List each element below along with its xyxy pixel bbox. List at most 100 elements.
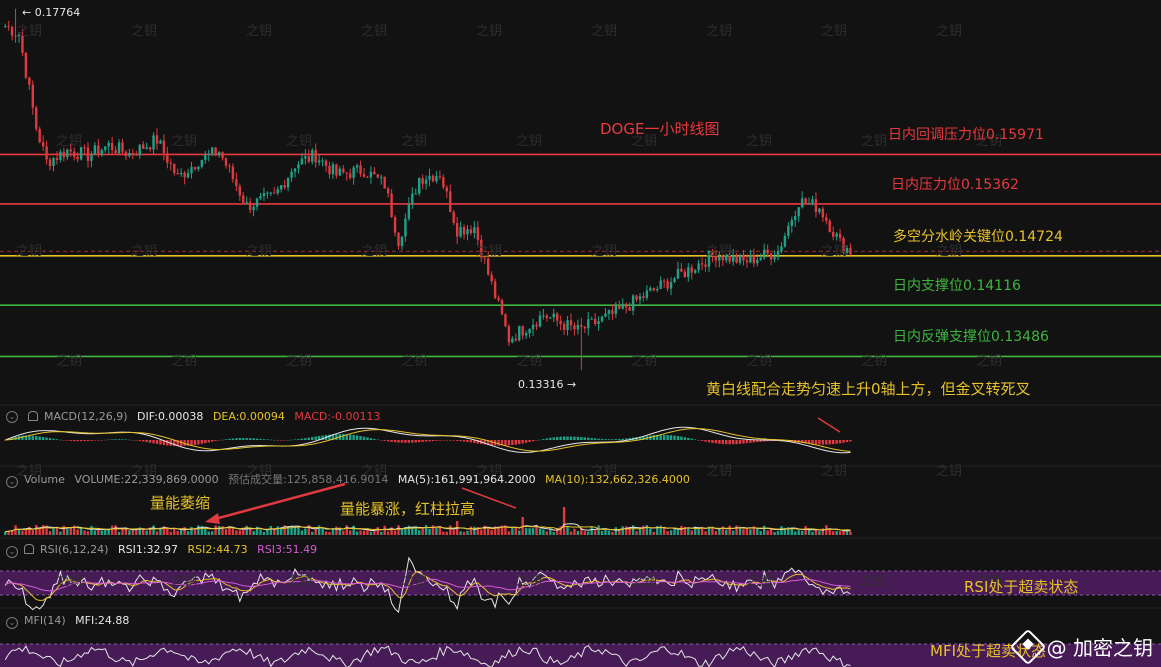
candle-body: [131, 152, 135, 155]
candle-body: [745, 260, 749, 263]
candle-body: [631, 295, 635, 311]
candle-body: [110, 143, 114, 151]
mfi-header: ⌄ MFI(14) MFI:24.88: [0, 614, 1161, 630]
macd-histogram-bar: [832, 440, 835, 445]
volume-bar: [266, 530, 269, 535]
candle-body: [135, 154, 138, 156]
candle-body: [166, 153, 169, 163]
volume-bar: [304, 528, 307, 535]
volume-bar: [849, 531, 852, 535]
macd-histogram-bar: [83, 440, 86, 442]
volume-bar: [835, 530, 838, 535]
macd-histogram-bar: [418, 440, 421, 443]
rsi-header: ⌄ RSI(6,12,24) RSI1:32.97 RSI2:44.73 RSI3…: [0, 543, 1161, 559]
macd-histogram-bar: [676, 436, 680, 440]
candle-body: [35, 107, 38, 129]
candle-body: [676, 268, 680, 279]
macd-histogram-bar: [687, 437, 690, 440]
macd-histogram-bar: [252, 438, 255, 440]
macd-histogram-bar: [55, 439, 59, 440]
volume-bar: [814, 529, 818, 535]
collapse-icon[interactable]: ⌄: [6, 411, 18, 423]
macd-histogram-bar: [59, 439, 62, 441]
macd-histogram-bar: [697, 440, 700, 441]
macd-histogram-bar: [207, 440, 210, 443]
volume-bar: [518, 530, 521, 535]
macd-histogram-bar: [424, 440, 428, 442]
collapse-icon[interactable]: ⌄: [6, 476, 18, 488]
macd-histogram-bar: [159, 440, 162, 445]
level-label-resistance: 日内压力位0.15362: [891, 176, 1019, 193]
rsi-label: RSI(6,12,24): [40, 543, 109, 556]
candle-body: [128, 152, 131, 157]
volume-bar: [542, 529, 545, 535]
macd-histogram-bar: [138, 440, 141, 441]
candle-body: [55, 158, 59, 160]
candle-body: [549, 317, 552, 319]
volume-bar: [549, 529, 552, 535]
macd-histogram-bar: [214, 440, 217, 442]
volume-bar: [217, 525, 221, 535]
macd-histogram-bar: [342, 434, 345, 440]
volume-bar: [179, 530, 183, 535]
volume-bar: [259, 529, 262, 535]
candle-body: [814, 199, 818, 213]
macd-histogram-bar: [721, 440, 724, 445]
macd-label: MACD(12,26,9): [44, 410, 128, 423]
collapse-icon[interactable]: ⌄: [6, 617, 18, 629]
candle-body: [66, 149, 69, 158]
volume-bar: [769, 528, 773, 535]
candle-body: [849, 247, 852, 255]
macd-histogram-bar: [107, 439, 110, 441]
candle-body: [625, 303, 628, 308]
macd-histogram-bar: [545, 438, 549, 440]
volume-bar: [756, 528, 759, 535]
volume-bar: [421, 527, 424, 535]
candle-body: [228, 165, 231, 167]
volume-bar: [811, 531, 814, 535]
candle-body: [645, 290, 649, 298]
volume-value: VOLUME:22,339,869.0000: [74, 473, 219, 486]
macd-histogram-bar: [566, 436, 569, 440]
candle-body: [342, 168, 345, 173]
macd-histogram-bar: [531, 440, 535, 442]
volume-bar: [749, 529, 752, 535]
volume-bar: [369, 531, 373, 535]
volume-bar: [507, 531, 511, 535]
candle-body: [24, 52, 28, 78]
candle-body: [835, 233, 838, 237]
candle-body: [283, 185, 286, 188]
candle-body: [100, 149, 103, 155]
macd-histogram-bar: [104, 439, 107, 441]
mfi-label: MFI(14): [24, 614, 66, 627]
candle-body: [497, 298, 500, 301]
candle-body: [386, 188, 390, 194]
volume-bar: [121, 529, 124, 535]
candle-body: [721, 256, 724, 261]
volume-bar: [418, 530, 421, 535]
candle-body: [10, 27, 14, 36]
macd-histogram-bar: [825, 440, 828, 445]
candle-body: [545, 315, 549, 319]
candle-body: [666, 280, 669, 289]
volume-bar: [742, 529, 745, 535]
macd-histogram-bar: [455, 440, 459, 441]
collapse-icon[interactable]: ⌄: [6, 546, 18, 558]
bell-icon[interactable]: [28, 411, 38, 421]
macd-histogram-bar: [828, 440, 831, 445]
volume-bar: [41, 525, 45, 535]
candle-body: [79, 147, 83, 160]
bell-icon[interactable]: [24, 544, 34, 554]
macd-histogram-bar: [466, 440, 469, 442]
candle-body: [290, 171, 293, 178]
volume-bar: [666, 530, 669, 535]
macd-histogram-bar: [593, 438, 597, 440]
candle-body: [376, 174, 379, 178]
macd-histogram-bar: [573, 436, 576, 440]
macd-histogram-bar: [542, 439, 545, 440]
macd-histogram-bar: [224, 439, 228, 440]
candle-body: [4, 26, 7, 28]
volume-bar: [673, 528, 676, 535]
volume-bar: [618, 530, 621, 535]
candle-body: [756, 259, 759, 264]
